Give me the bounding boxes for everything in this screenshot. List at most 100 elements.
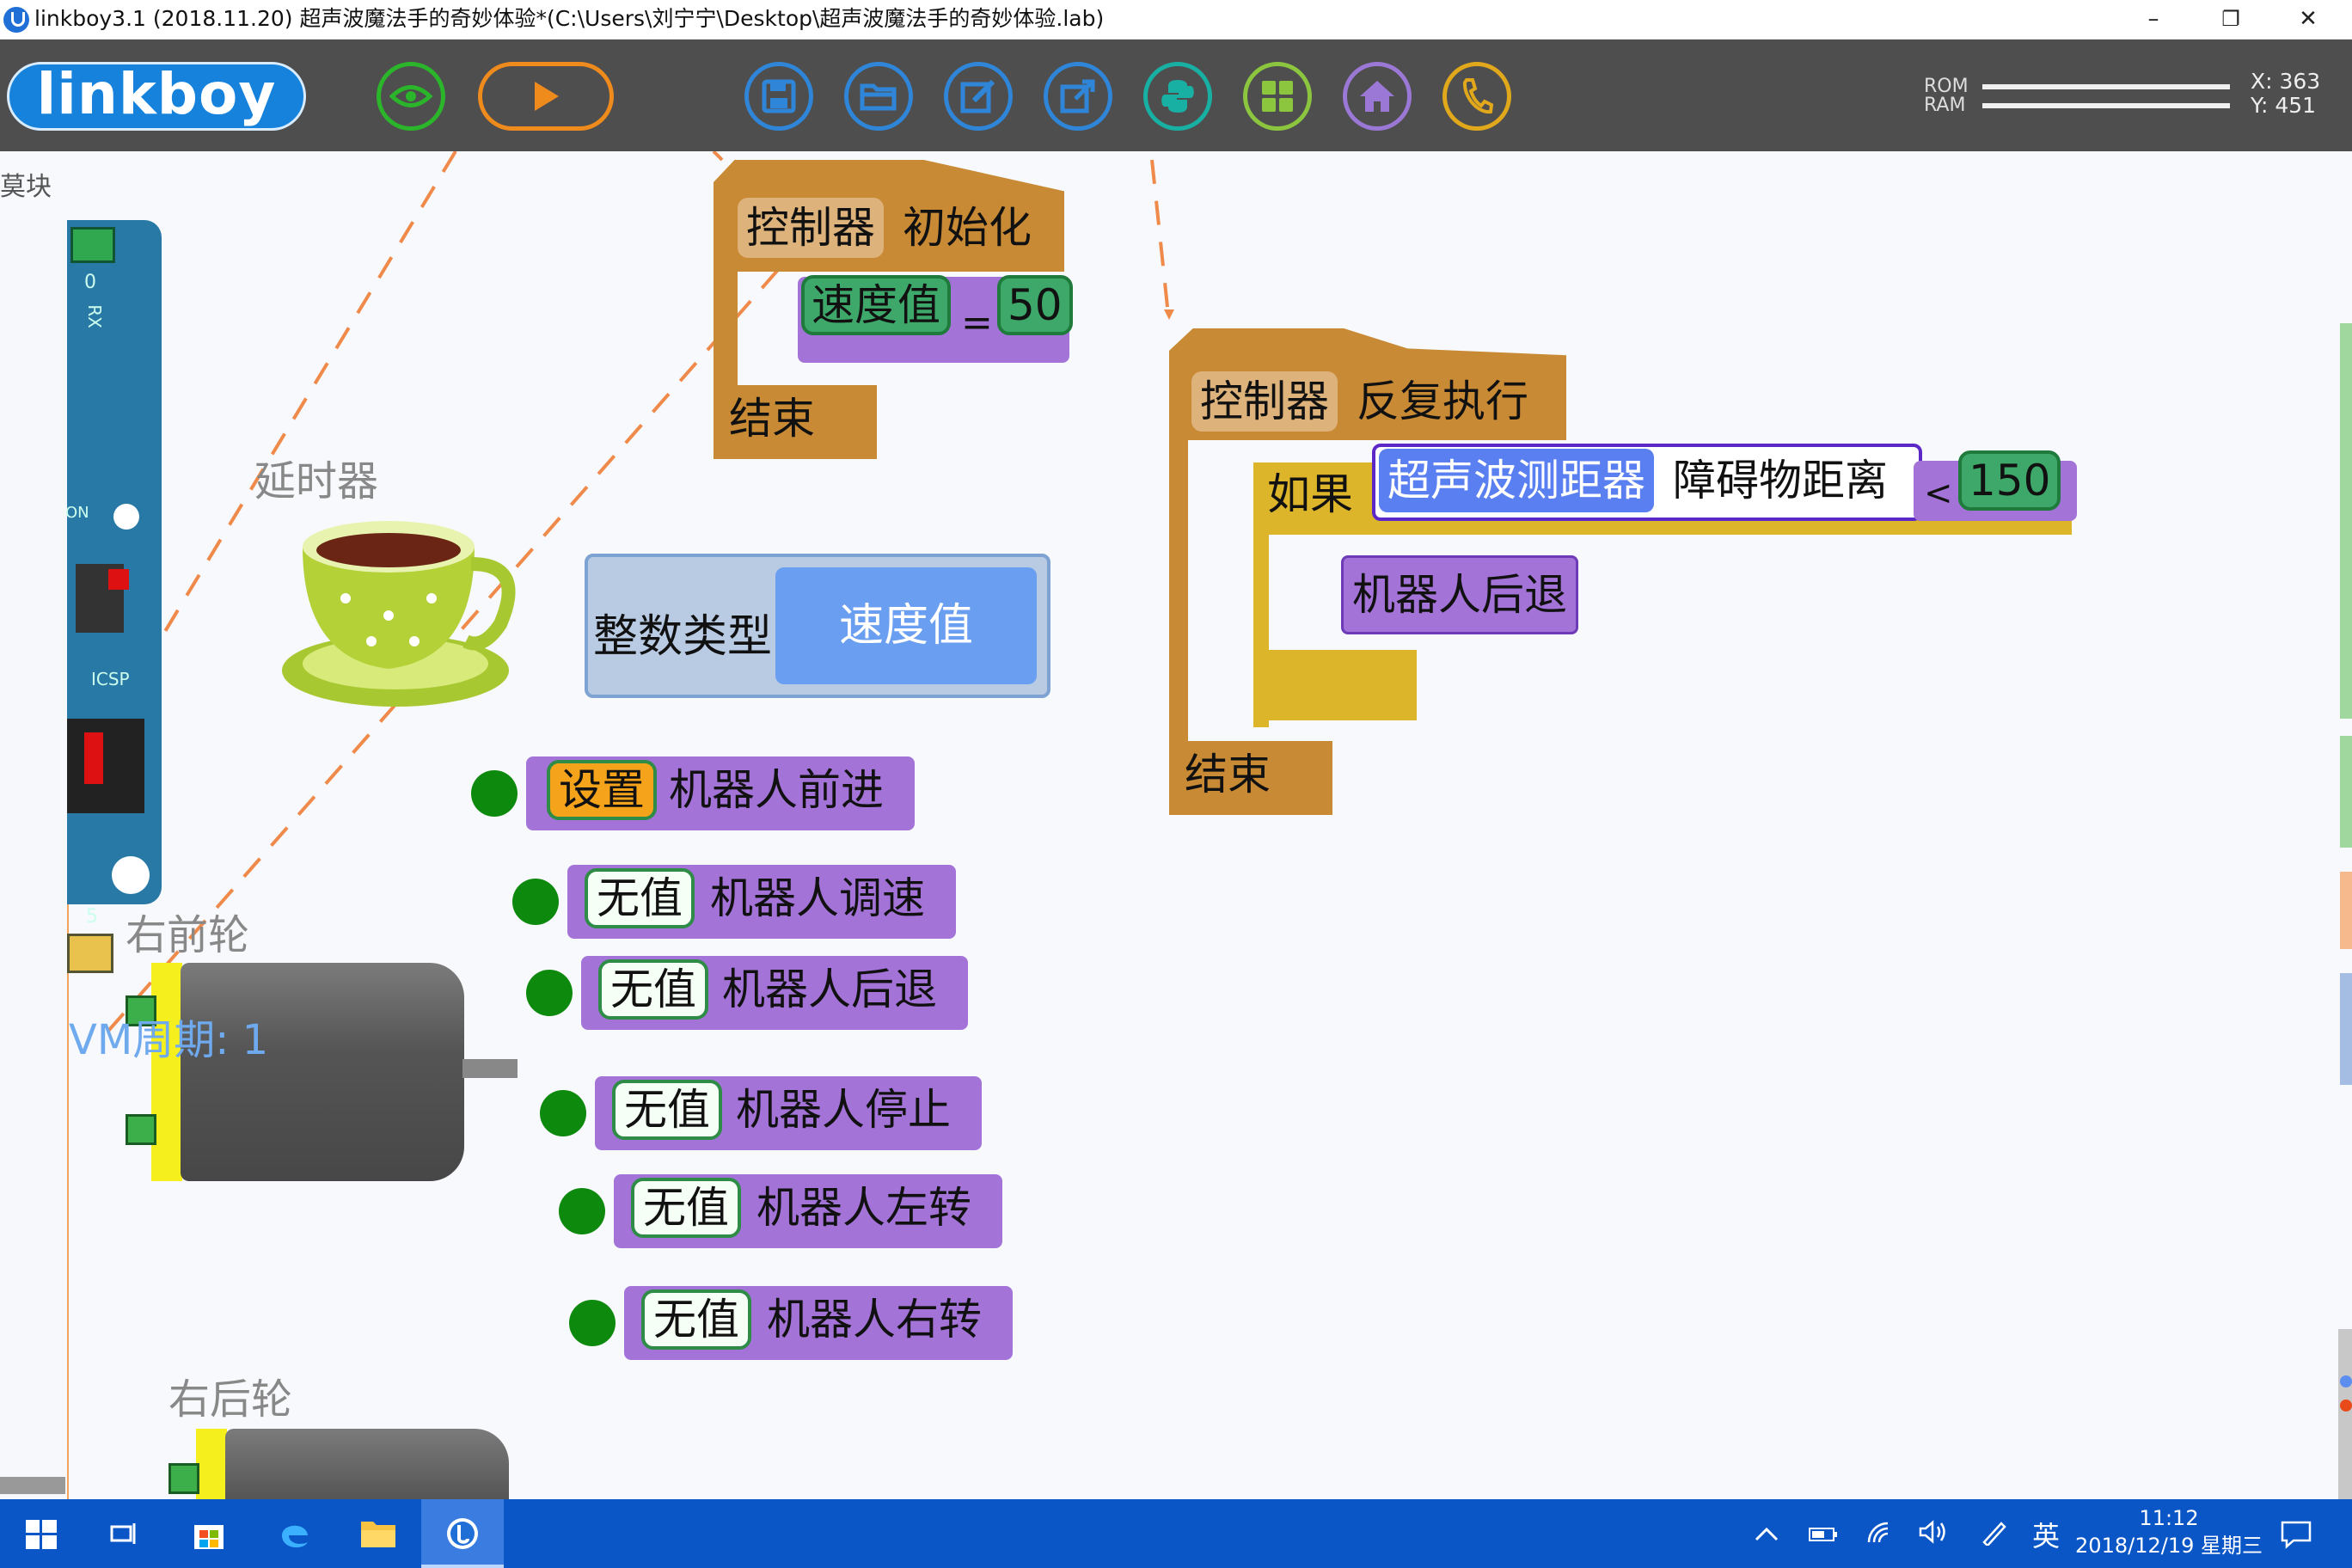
- right-panel-tab[interactable]: [2340, 973, 2352, 1085]
- function-name: 机器人调速: [710, 873, 925, 923]
- no-value-slot[interactable]: 无值: [598, 959, 708, 1020]
- show-hidden-icons-button[interactable]: [1754, 1520, 1779, 1550]
- equals-operator: =: [961, 301, 993, 345]
- battery-button[interactable]: [1809, 1520, 1838, 1550]
- linkboy-app-icon: [3, 7, 29, 33]
- export-button[interactable]: [1044, 62, 1112, 131]
- program-canvas[interactable]: 莫块 亍 0 RX ON ICSP 5 延时器 整数类型 速度值 控: [0, 151, 2352, 1499]
- open-button[interactable]: [844, 62, 913, 131]
- pen-icon: [1982, 1522, 2006, 1547]
- task-view-icon: [110, 1523, 136, 1544]
- grid-icon: [1262, 81, 1293, 112]
- loop-end-block[interactable]: 结束: [1169, 741, 1332, 815]
- run-button[interactable]: [478, 62, 614, 131]
- minimize-button[interactable]: –: [2115, 0, 2192, 39]
- toolbar: linkboy ROM RAM X: 363 Y: 451: [0, 40, 2352, 151]
- repeat-label: 反复执行: [1357, 377, 1528, 426]
- pwm-period-text: VM周期: 1: [69, 1016, 269, 1064]
- threshold-value-slot[interactable]: 150: [1958, 450, 2061, 511]
- motor-mount: [196, 1429, 227, 1499]
- volume-button[interactable]: [1919, 1520, 1950, 1551]
- loop-block-spine: [1169, 435, 1188, 753]
- system-clock[interactable]: 11:12 2018/12/19 星期三: [2075, 1504, 2263, 1559]
- function-toggle-dot[interactable]: [526, 970, 573, 1016]
- timer-label: 延时器: [254, 457, 379, 505]
- right-panel-tab[interactable]: [2340, 323, 2352, 727]
- y-coordinate: Y: 451: [2251, 93, 2317, 118]
- python-button[interactable]: [1143, 62, 1212, 131]
- rom-usage-bar: [1982, 84, 2230, 89]
- start-button[interactable]: [0, 1499, 83, 1568]
- horizontal-scrollbar-thumb[interactable]: [0, 1477, 65, 1494]
- ultrasonic-sensor-label: 超声波测距器: [1379, 449, 1654, 512]
- save-button[interactable]: [744, 62, 813, 131]
- x-coordinate: X: 363: [2251, 69, 2321, 94]
- folder-icon: [361, 1522, 395, 1547]
- restore-button[interactable]: ❐: [2192, 0, 2269, 39]
- board-label: ON: [65, 504, 89, 522]
- panel-gap: [2340, 719, 2352, 736]
- edge-browser-icon: [282, 1525, 308, 1548]
- board-connector: [67, 934, 113, 973]
- scroll-marker: [2340, 1400, 2352, 1412]
- if-label: 如果: [1267, 469, 1353, 519]
- function-name: 机器人左转: [756, 1183, 971, 1233]
- variable-name-field[interactable]: 速度值: [775, 567, 1037, 684]
- robot-backward-call[interactable]: 机器人后退: [1341, 555, 1578, 634]
- pen-workspace-button[interactable]: [1979, 1520, 2008, 1553]
- board-label: 5: [86, 906, 98, 928]
- edit-button[interactable]: [944, 62, 1013, 131]
- input-method-indicator[interactable]: 英: [2032, 1515, 2060, 1554]
- no-value-slot[interactable]: 无值: [641, 1289, 751, 1350]
- obstacle-distance-label: 障碍物距离: [1673, 456, 1888, 505]
- function-name: 机器人前进: [669, 765, 884, 815]
- action-center-button[interactable]: [2280, 1520, 2312, 1556]
- vertical-scrollbar[interactable]: [2338, 1329, 2352, 1499]
- close-button[interactable]: ✕: [2269, 0, 2347, 39]
- no-value-slot[interactable]: 无值: [612, 1080, 722, 1140]
- rom-label: ROM: [1924, 76, 1969, 97]
- ram-label: RAM: [1924, 95, 1966, 116]
- function-toggle-dot[interactable]: [471, 770, 518, 817]
- linkboy-logo[interactable]: linkboy: [7, 62, 306, 131]
- phone-button[interactable]: [1442, 62, 1511, 131]
- teacup-timer-icon[interactable]: [277, 512, 531, 710]
- right-panel-tab[interactable]: [2340, 872, 2352, 949]
- function-toggle-dot[interactable]: [512, 879, 559, 925]
- right-front-motor[interactable]: [181, 963, 464, 1181]
- title-bar: linkboy3.1 (2018.11.20) 超声波魔法手的奇妙体验*(C:\…: [0, 0, 2352, 40]
- integer-variable-block[interactable]: 整数类型 速度值: [585, 554, 1050, 698]
- edge-browser-button[interactable]: [253, 1499, 335, 1568]
- right-panel-tab[interactable]: [2340, 719, 2352, 848]
- value-slot[interactable]: 50: [997, 275, 1073, 335]
- file-explorer-button[interactable]: [337, 1499, 420, 1568]
- wifi-icon: [1867, 1522, 1889, 1543]
- store-button[interactable]: [167, 1499, 249, 1568]
- chevron-up-icon: [1755, 1527, 1779, 1541]
- set-button[interactable]: 设置: [547, 760, 657, 820]
- linkboy-app-icon: [447, 1518, 478, 1549]
- network-button[interactable]: [1865, 1520, 1893, 1551]
- init-end-block[interactable]: 结束: [714, 385, 877, 459]
- home-button[interactable]: [1343, 62, 1412, 131]
- right-rear-motor[interactable]: [225, 1429, 509, 1499]
- integer-type-label: 整数类型: [593, 611, 773, 663]
- export-icon: [1060, 79, 1095, 113]
- clock-time: 11:12: [2139, 1506, 2199, 1530]
- eye-button[interactable]: [377, 62, 445, 131]
- motor-terminal: [168, 1463, 199, 1494]
- grid-button[interactable]: [1243, 62, 1312, 131]
- function-toggle-dot[interactable]: [569, 1300, 616, 1346]
- python-icon: [1161, 80, 1194, 113]
- function-toggle-dot[interactable]: [540, 1090, 586, 1136]
- no-value-slot[interactable]: 无值: [631, 1178, 741, 1238]
- motor-terminal: [126, 1114, 156, 1145]
- task-view-button[interactable]: [83, 1499, 165, 1568]
- no-value-slot[interactable]: 无值: [585, 868, 695, 928]
- speaker-icon: [1919, 1520, 1945, 1544]
- function-toggle-dot[interactable]: [559, 1188, 605, 1234]
- controller-board[interactable]: 0 RX ON ICSP 5: [65, 220, 162, 973]
- linkboy-taskbar-button[interactable]: [421, 1499, 504, 1568]
- speed-variable-slot[interactable]: 速度值: [801, 275, 951, 335]
- controller-label: 控制器: [1191, 371, 1338, 432]
